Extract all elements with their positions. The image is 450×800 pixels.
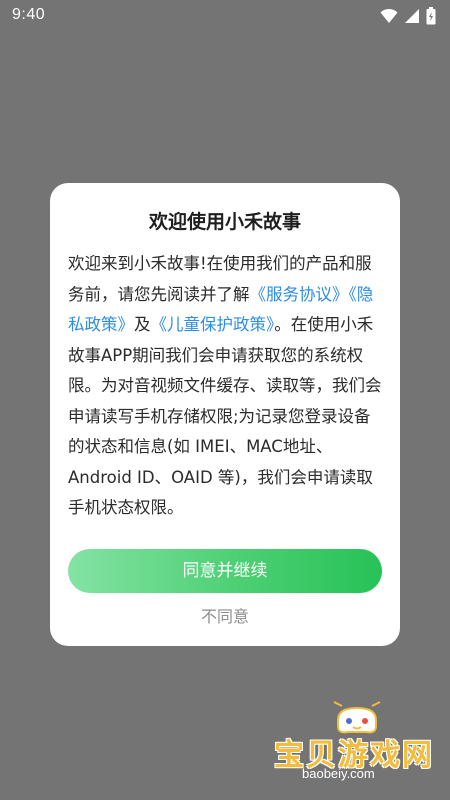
dialog-title: 欢迎使用小禾故事 bbox=[148, 211, 301, 233]
battery-icon bbox=[426, 7, 436, 25]
disagree-button[interactable]: 不同意 bbox=[50, 603, 400, 627]
child-protection-policy-link[interactable]: 《儿童保护政策》 bbox=[151, 315, 275, 334]
agree-continue-button[interactable]: 同意并继续 bbox=[68, 549, 382, 593]
wifi-icon bbox=[380, 8, 398, 24]
watermark-url: baobeiy.com bbox=[302, 766, 375, 781]
status-icons bbox=[380, 7, 436, 25]
status-time: 9:40 bbox=[12, 6, 46, 23]
site-watermark: 宝贝游戏网 baobeiy.com bbox=[272, 700, 442, 790]
status-bar: 9:40 bbox=[0, 0, 450, 32]
privacy-dialog: 欢迎使用小禾故事 欢迎来到小禾故事!在使用我们的产品和服务前，请您先阅读并了解《… bbox=[50, 183, 400, 646]
service-agreement-link[interactable]: 《服务协议》 bbox=[250, 285, 349, 304]
conjunction-text: 及 bbox=[134, 315, 151, 334]
dialog-permissions-text: 。在使用小禾故事APP期间我们会申请获取您的系统权限。为对音视频文件缓存、读取等… bbox=[68, 315, 382, 517]
dialog-body: 欢迎来到小禾故事!在使用我们的产品和服务前，请您先阅读并了解《服务协议》《隐私政… bbox=[68, 249, 384, 527]
signal-icon bbox=[404, 8, 420, 24]
